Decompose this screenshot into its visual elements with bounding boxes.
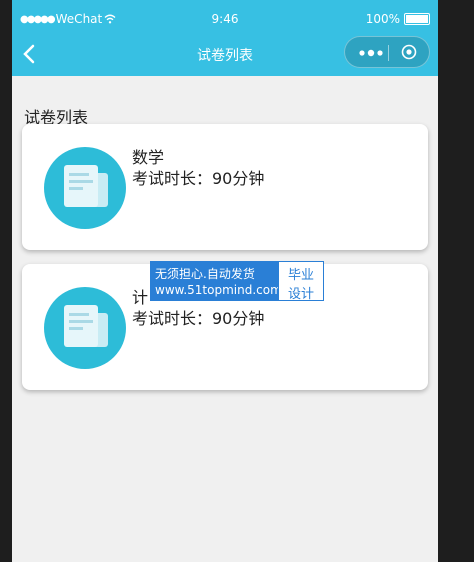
exam-card-math[interactable]: 数学 考试时长：90分钟 <box>22 124 428 250</box>
more-dots-icon[interactable] <box>359 49 383 57</box>
watermark-line2: www.51topmind.com <box>155 283 282 297</box>
capsule-divider <box>388 45 389 61</box>
watermark-stamp: 无须担心.自动发货 www.51topmind.com 毕业 设计 <box>150 261 324 302</box>
battery-icon <box>404 13 430 25</box>
watermark-side: 毕业 设计 <box>278 261 324 302</box>
close-target-icon[interactable] <box>401 44 417 60</box>
battery-info: 100% <box>366 12 430 26</box>
document-icon <box>44 147 126 229</box>
mini-program-capsule <box>344 36 430 68</box>
watermark-side2: 设计 <box>287 287 314 302</box>
watermark-side1: 毕业 <box>287 268 314 283</box>
exam-duration: 考试时长：90分钟 <box>132 169 265 188</box>
watermark-banner: 无须担心.自动发货 www.51topmind.com <box>150 261 282 301</box>
exam-duration: 考试时长：90分钟 <box>132 309 265 328</box>
nav-bar: 试卷列表 <box>12 32 438 76</box>
battery-percent: 100% <box>365 12 400 26</box>
document-icon <box>44 287 126 369</box>
watermark-line1: 无须担心.自动发货 <box>155 267 255 281</box>
